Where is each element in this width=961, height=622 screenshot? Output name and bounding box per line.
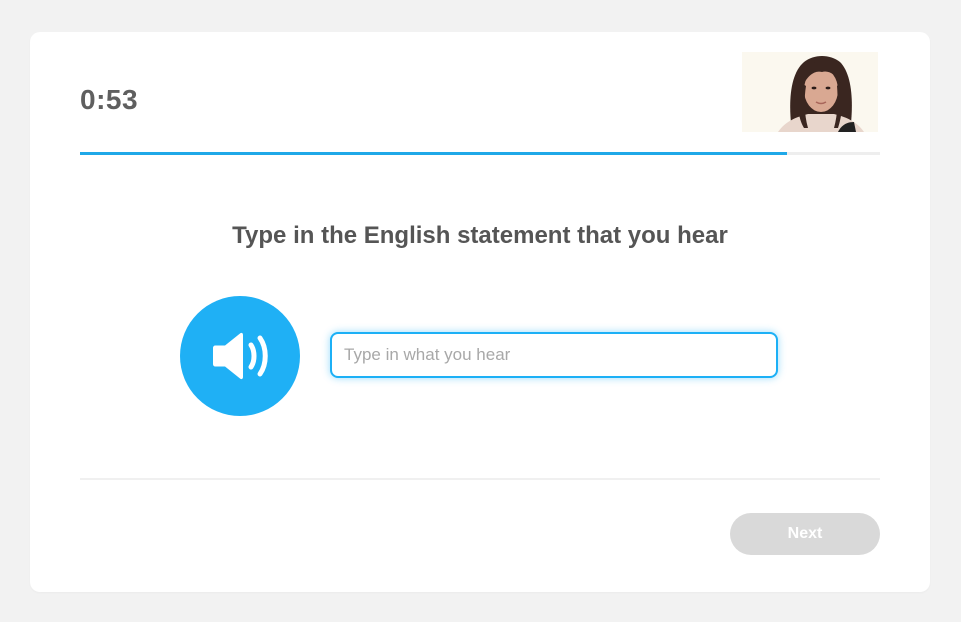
progress-bar-fill: [80, 152, 788, 155]
countdown-timer: 0:53: [80, 84, 139, 115]
webcam-preview: [742, 52, 878, 132]
progress-bar: [80, 152, 880, 155]
play-audio-button[interactable]: [180, 296, 300, 416]
footer-divider: [80, 478, 880, 480]
test-card: 0:53 Type in the English statement that …: [30, 32, 930, 592]
next-button[interactable]: Next: [730, 513, 880, 555]
question-prompt: Type in the English statement that you h…: [232, 222, 728, 249]
speaker-icon: [209, 330, 271, 382]
answer-input[interactable]: [330, 332, 778, 378]
